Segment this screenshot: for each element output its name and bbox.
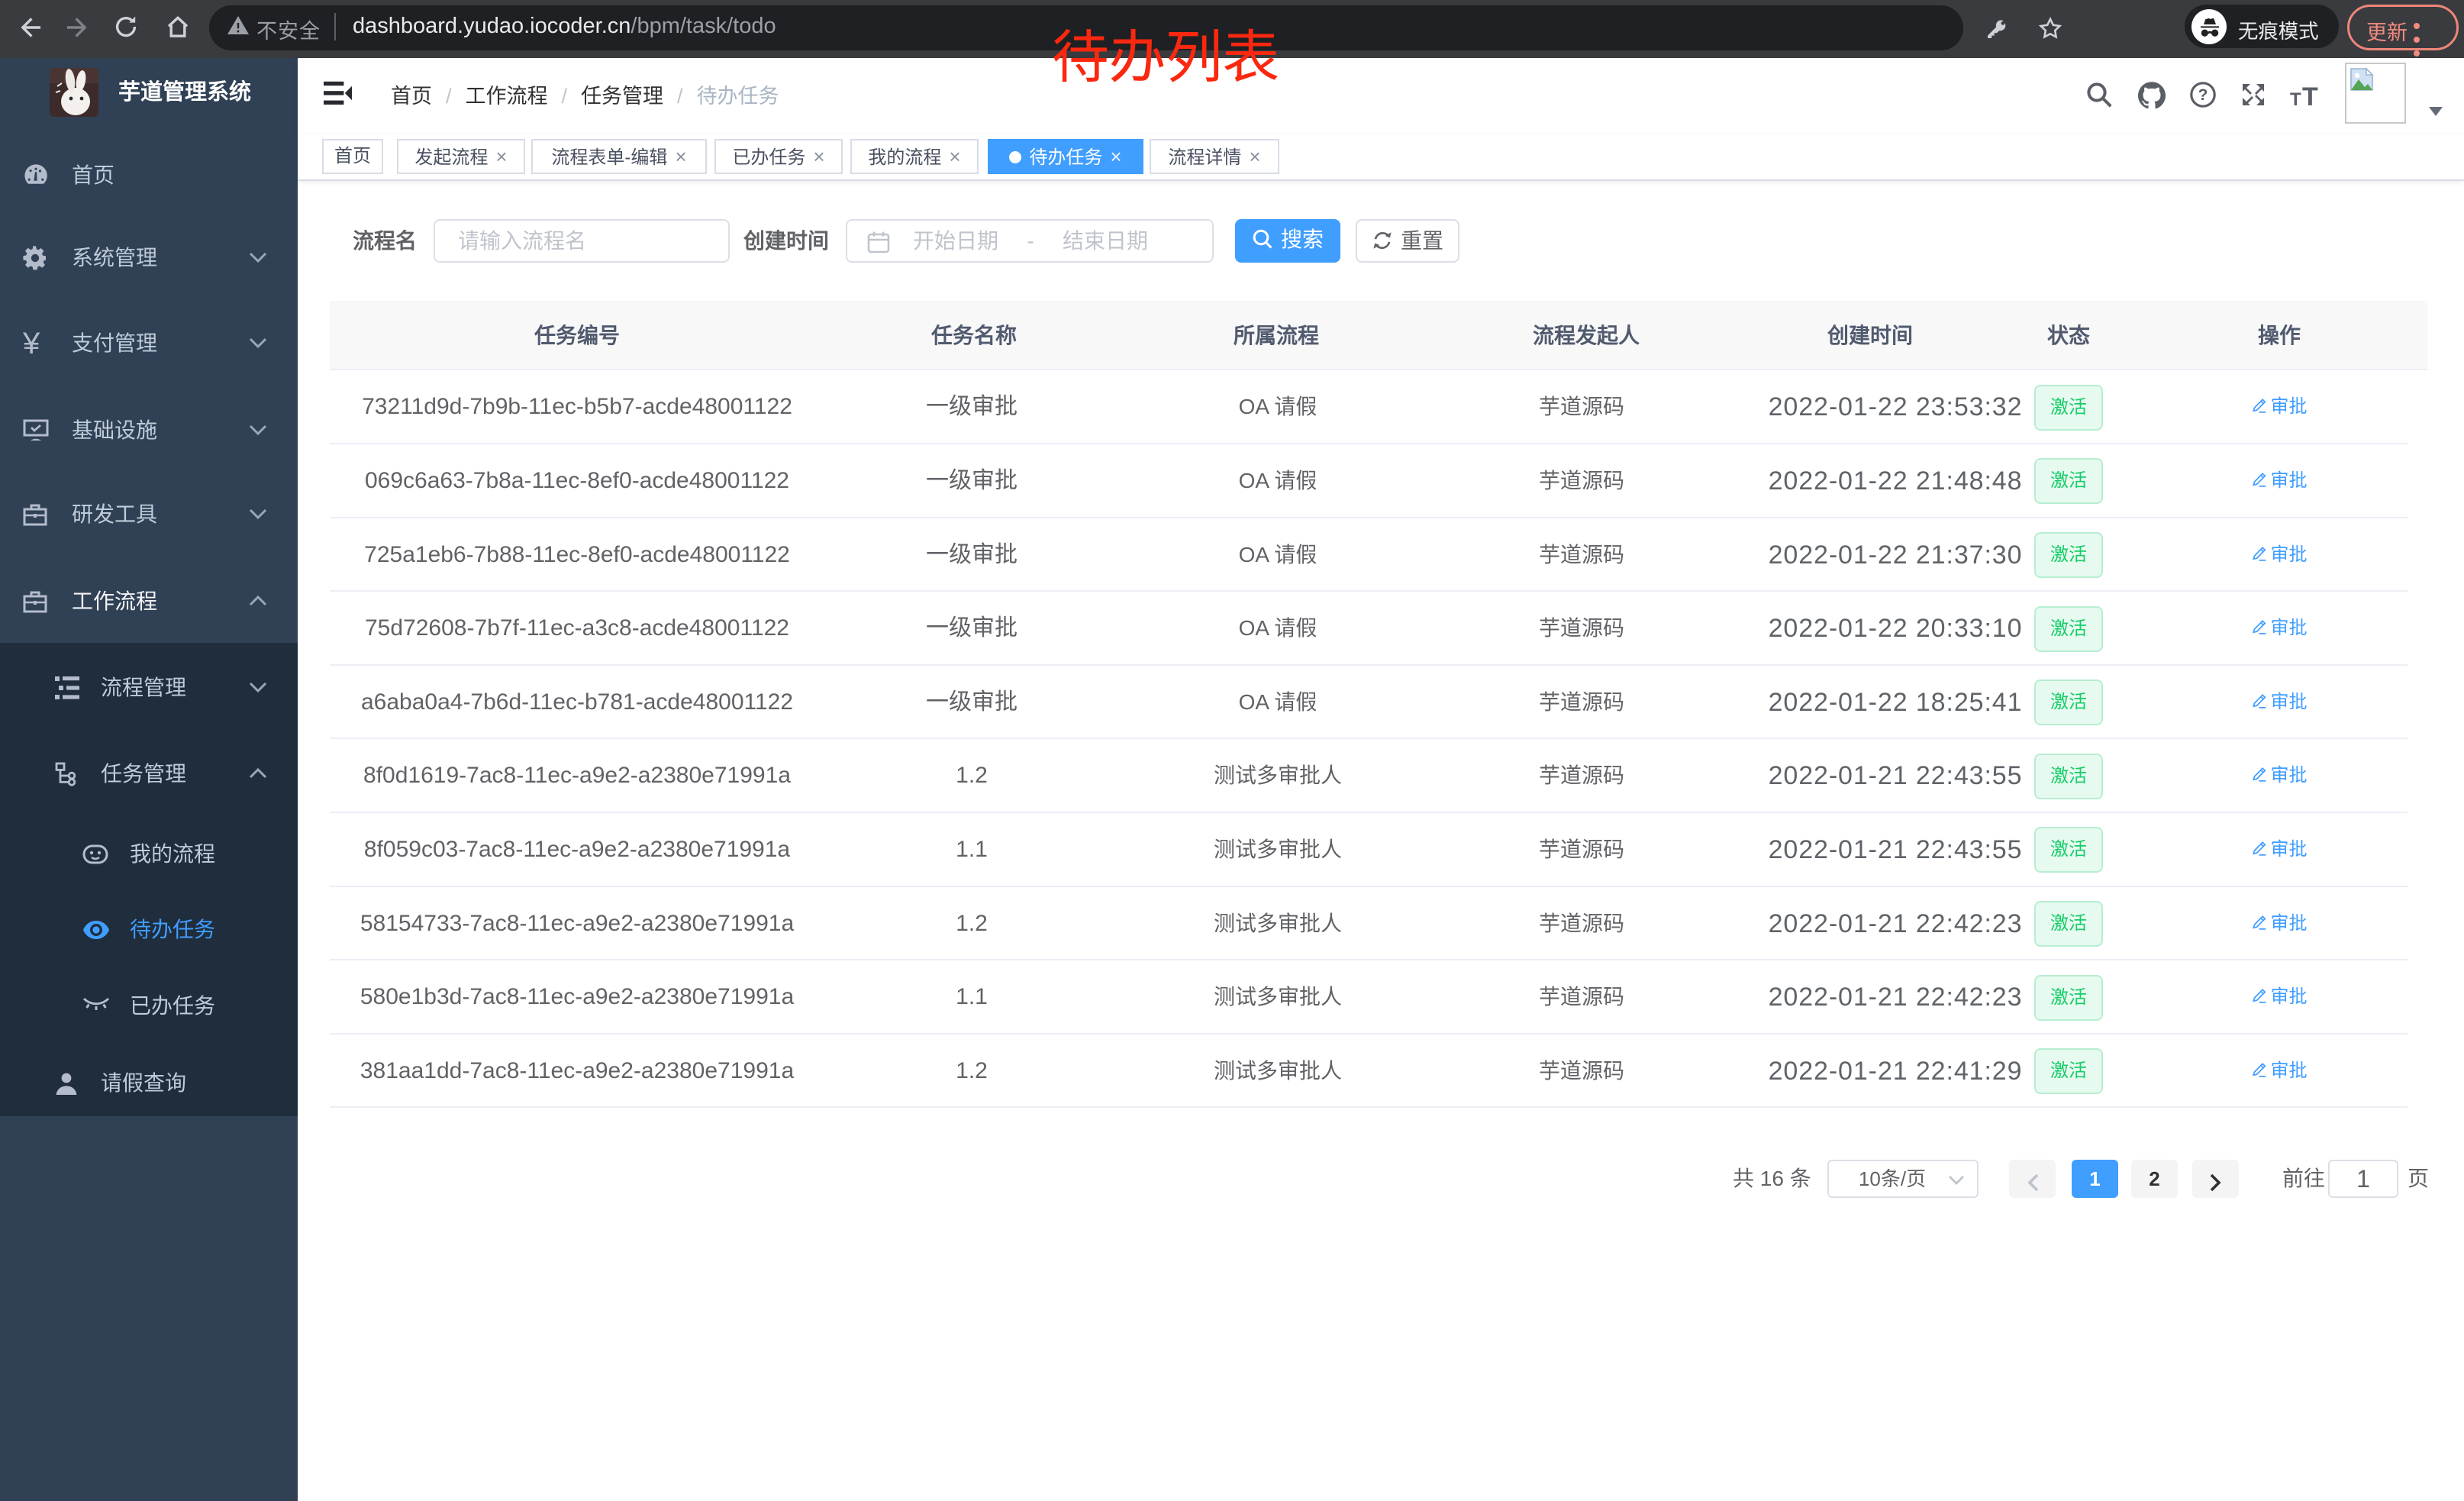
svg-text:?: ?: [2198, 86, 2208, 104]
svg-text:T: T: [2290, 89, 2301, 108]
svg-text:T: T: [2302, 82, 2318, 108]
